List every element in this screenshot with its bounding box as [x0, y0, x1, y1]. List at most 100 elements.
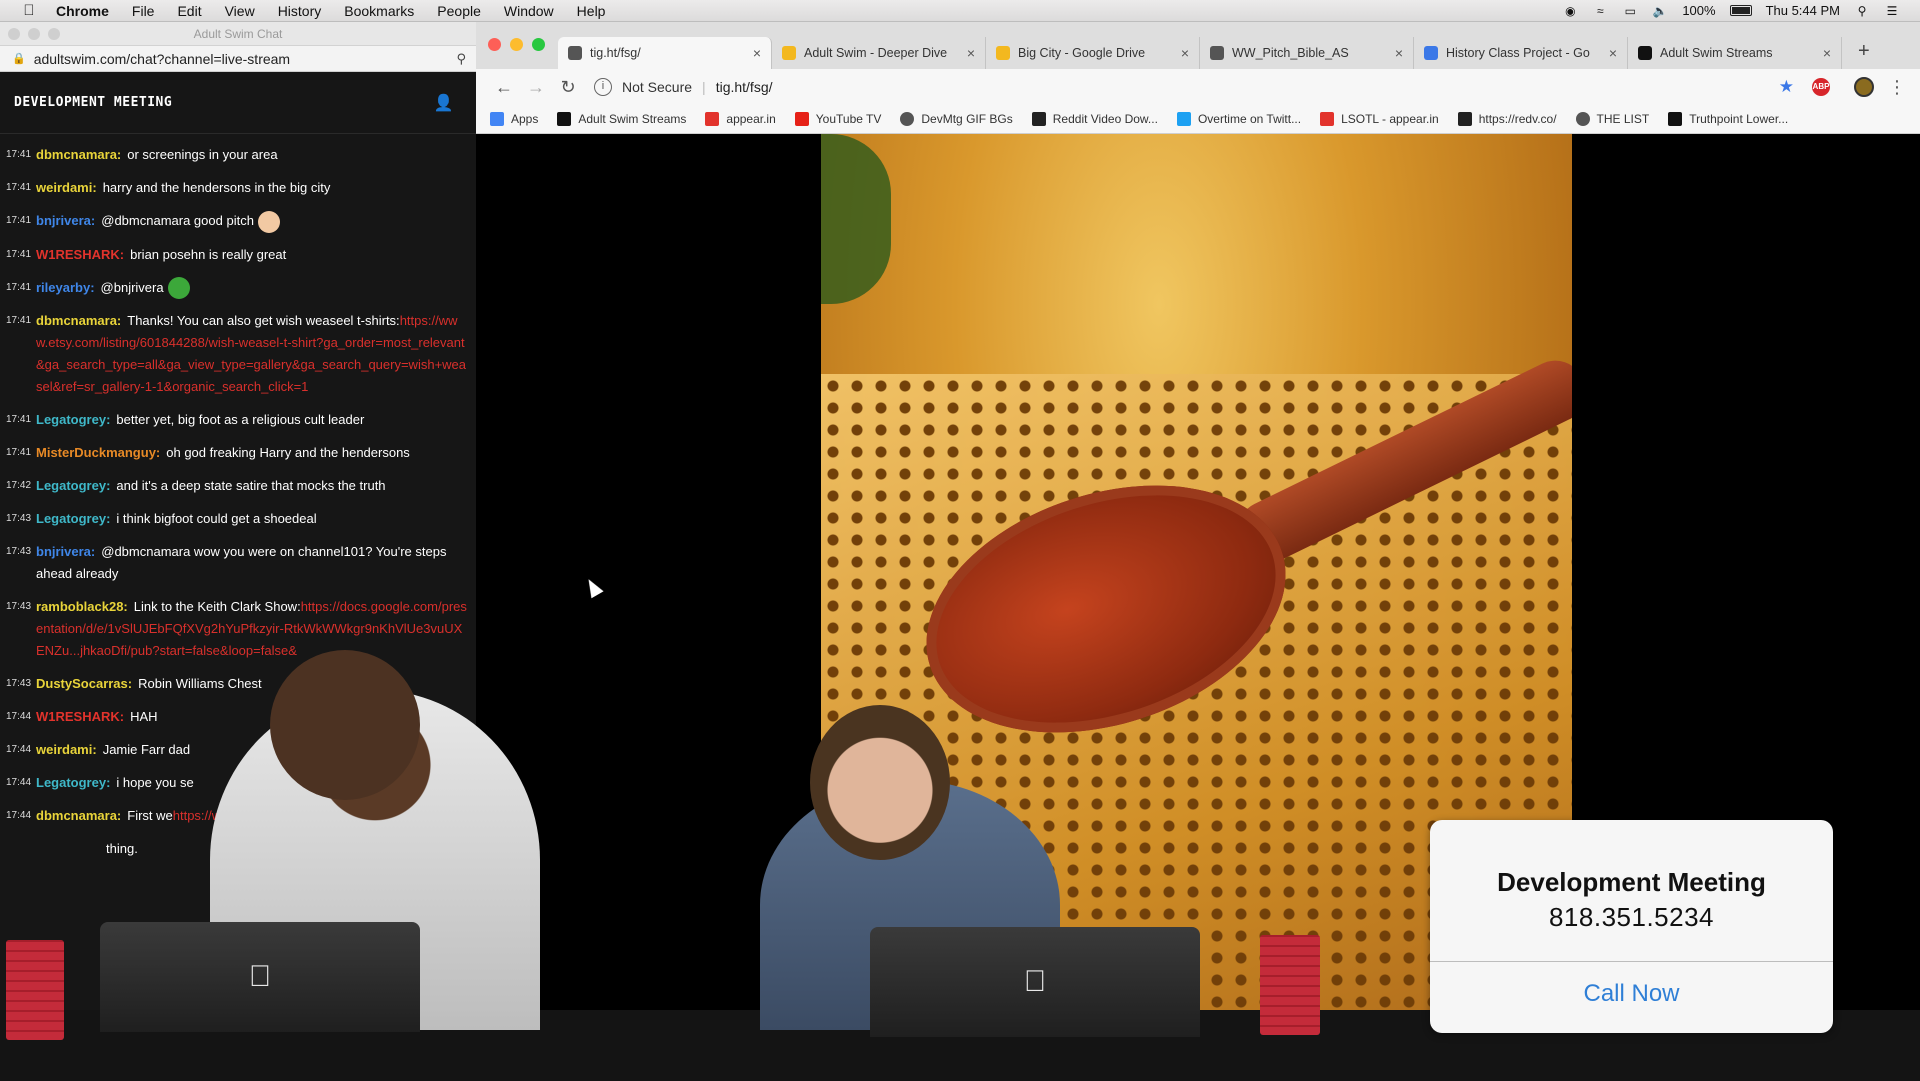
- close-button[interactable]: [8, 28, 20, 40]
- menubar-clock[interactable]: Thu 5:44 PM: [1766, 3, 1840, 18]
- chrome-menu-icon[interactable]: ⋮: [1888, 77, 1906, 98]
- green-emote-icon: [167, 277, 190, 300]
- tab-4[interactable]: History Class Project - Go ×: [1414, 37, 1628, 69]
- bookmark-item[interactable]: Reddit Video Dow...: [1031, 112, 1158, 126]
- message-username[interactable]: dbmcnamara:: [36, 808, 121, 823]
- chrome-traffic-lights: [488, 38, 545, 51]
- message-username[interactable]: dbmcnamara:: [36, 147, 121, 162]
- chat-message: 17:43 ramboblack28: Link to the Keith Clar…: [6, 596, 468, 662]
- call-card-phone: 818.351.5234: [1548, 902, 1715, 932]
- user-icon[interactable]: 👤: [434, 93, 454, 112]
- appearin-icon: [1320, 112, 1335, 126]
- volume-icon[interactable]: 🔈: [1652, 4, 1668, 18]
- close-tab-icon[interactable]: ×: [1181, 45, 1189, 61]
- menu-file[interactable]: File: [132, 3, 155, 19]
- message-username[interactable]: Legatogrey:: [36, 511, 110, 526]
- menu-window[interactable]: Window: [504, 3, 554, 19]
- new-tab-button[interactable]: +: [1858, 40, 1870, 63]
- message-username[interactable]: Legatogrey:: [36, 412, 110, 427]
- message-text: i hope you se: [116, 775, 194, 791]
- call-now-button[interactable]: Call Now: [1430, 980, 1833, 1008]
- close-tab-icon[interactable]: ×: [1609, 45, 1617, 61]
- close-button[interactable]: [488, 38, 501, 51]
- message-username[interactable]: DustySocarras:: [36, 676, 132, 691]
- message-username[interactable]: W1RESHARK:: [36, 709, 124, 724]
- message-body: dbmcnamara: Thanks! You can also get wish…: [36, 310, 468, 398]
- bookmark-item[interactable]: Adult Swim Streams: [557, 112, 686, 126]
- info-icon[interactable]: i: [594, 78, 612, 96]
- bookmark-item[interactable]: YouTube TV: [794, 112, 881, 126]
- zoom-button[interactable]: [48, 28, 60, 40]
- tab-3[interactable]: WW_Pitch_Bible_AS ×: [1200, 37, 1414, 69]
- profile-avatar[interactable]: [1854, 77, 1874, 97]
- message-username[interactable]: weirdami:: [36, 180, 97, 195]
- bookmark-item[interactable]: https://redv.co/: [1457, 112, 1557, 126]
- battery-icon[interactable]: [1729, 5, 1752, 16]
- tab-label: History Class Project - Go: [1446, 46, 1590, 60]
- presenter-left-head: [270, 650, 420, 800]
- message-text: oh god freaking Harry and the hendersons: [166, 445, 410, 461]
- message-timestamp: 17:41: [6, 447, 32, 459]
- wifi-icon[interactable]: ≈: [1592, 4, 1608, 18]
- bookmark-label: https://redv.co/: [1478, 112, 1557, 126]
- chat-message: 17:41 weirdami: harry and the hendersons i…: [6, 177, 468, 199]
- menu-view[interactable]: View: [225, 3, 255, 19]
- message-username[interactable]: dbmcnamara:: [36, 313, 121, 328]
- menu-bookmarks[interactable]: Bookmarks: [344, 3, 414, 19]
- tab-5[interactable]: Adult Swim Streams ×: [1628, 37, 1842, 69]
- message-timestamp: 17:41: [6, 182, 32, 193]
- minimize-button[interactable]: [28, 28, 40, 40]
- bookmark-item[interactable]: LSOTL - appear.in: [1320, 112, 1439, 126]
- bookmark-star-icon[interactable]: ★: [1779, 77, 1794, 97]
- notification-center-icon[interactable]: ☰: [1884, 4, 1900, 18]
- bookmark-label: Reddit Video Dow...: [1052, 112, 1158, 126]
- close-tab-icon[interactable]: ×: [1395, 45, 1403, 61]
- message-username[interactable]: Legatogrey:: [36, 478, 110, 493]
- reload-icon[interactable]: ↻: [552, 77, 584, 98]
- bookmark-item[interactable]: THE LIST: [1575, 112, 1649, 126]
- siri-icon[interactable]: ◉: [1562, 4, 1578, 18]
- chat-message: 17:41 Legatogrey: better yet, big foot as …: [6, 409, 468, 431]
- chat-urlbar[interactable]: 🔒 adultswim.com/chat?channel=live-stream…: [0, 46, 476, 72]
- message-username[interactable]: weirdami:: [36, 742, 97, 757]
- tab-0[interactable]: tig.ht/fsg/ ×: [558, 37, 772, 69]
- bookmark-item[interactable]: Overtime on Twitt...: [1176, 112, 1301, 126]
- bookmark-item[interactable]: Truthpoint Lower...: [1668, 112, 1788, 126]
- security-status[interactable]: Not Secure: [622, 79, 692, 95]
- chat-message: 17:41 bnjrivera: @dbmcnamara good pitch: [6, 210, 468, 233]
- menu-people[interactable]: People: [437, 3, 481, 19]
- bookmark-item[interactable]: Apps: [490, 112, 538, 126]
- message-username[interactable]: Legatogrey:: [36, 775, 110, 790]
- address-url[interactable]: tig.ht/fsg/: [716, 79, 773, 95]
- spotlight-search-icon[interactable]: ⚲: [1854, 4, 1870, 18]
- close-tab-icon[interactable]: ×: [753, 45, 761, 61]
- message-username[interactable]: MisterDuckmanguy:: [36, 445, 160, 460]
- menu-edit[interactable]: Edit: [177, 3, 201, 19]
- bookmark-item[interactable]: DevMtg GIF BGs: [900, 112, 1013, 126]
- message-username[interactable]: ramboblack28:: [36, 599, 128, 614]
- zoom-icon[interactable]: ⚲: [456, 51, 466, 67]
- tab-2[interactable]: Big City - Google Drive ×: [986, 37, 1200, 69]
- tab-1[interactable]: Adult Swim - Deeper Dive ×: [772, 37, 986, 69]
- zoom-button[interactable]: [532, 38, 545, 51]
- adblock-extension-icon[interactable]: ABP: [1812, 78, 1830, 96]
- chat-url[interactable]: adultswim.com/chat?channel=live-stream: [34, 51, 290, 67]
- address-bar[interactable]: i Not Secure | tig.ht/fsg/: [594, 74, 1779, 100]
- minimize-button[interactable]: [510, 38, 523, 51]
- menu-help[interactable]: Help: [577, 3, 606, 19]
- forward-arrow-icon[interactable]: →: [520, 77, 552, 98]
- menu-history[interactable]: History: [278, 3, 322, 19]
- message-username[interactable]: W1RESHARK:: [36, 247, 124, 262]
- laptop-left: : [100, 922, 420, 1032]
- apple-menu-icon[interactable]: : [18, 2, 40, 19]
- close-tab-icon[interactable]: ×: [967, 45, 975, 61]
- message-username[interactable]: bnjrivera:: [36, 544, 95, 559]
- bookmark-item[interactable]: appear.in: [705, 112, 776, 126]
- back-arrow-icon[interactable]: ←: [488, 77, 520, 98]
- close-tab-icon[interactable]: ×: [1823, 45, 1831, 61]
- message-username[interactable]: rileyarby:: [36, 280, 95, 295]
- appearin-icon: [705, 112, 720, 126]
- menu-app-name[interactable]: Chrome: [56, 3, 109, 19]
- airplay-icon[interactable]: ▭: [1622, 4, 1638, 18]
- message-username[interactable]: bnjrivera:: [36, 213, 95, 228]
